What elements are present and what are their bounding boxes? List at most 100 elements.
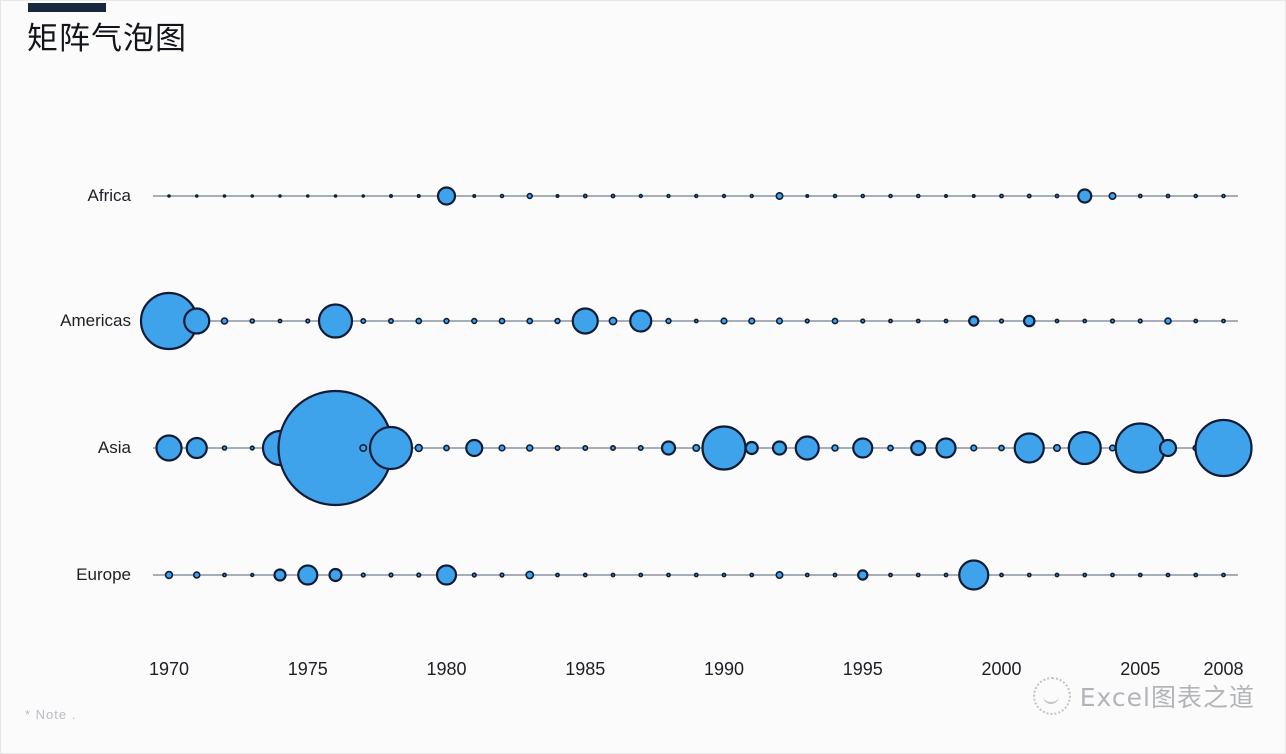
bubble[interactable] — [361, 194, 366, 198]
bubble[interactable] — [629, 309, 653, 333]
bubble[interactable] — [860, 318, 866, 324]
bubble[interactable] — [368, 425, 414, 471]
bubble[interactable] — [164, 570, 174, 580]
bubble[interactable] — [1158, 438, 1178, 458]
bubble[interactable] — [1077, 188, 1093, 204]
bubble[interactable] — [775, 192, 784, 201]
bubble[interactable] — [416, 194, 421, 199]
bubble[interactable] — [388, 572, 394, 578]
bubble[interactable] — [297, 564, 319, 586]
bubble[interactable] — [1137, 193, 1143, 199]
bubble[interactable] — [1067, 430, 1102, 466]
bubble[interactable] — [887, 444, 894, 452]
bubble[interactable] — [526, 192, 533, 200]
bubble[interactable] — [971, 194, 976, 199]
bubble[interactable] — [888, 318, 893, 324]
bubble[interactable] — [721, 193, 727, 199]
bubble[interactable] — [498, 317, 506, 325]
bubble[interactable] — [359, 443, 368, 452]
bubble[interactable] — [857, 569, 869, 581]
bubble[interactable] — [805, 194, 810, 199]
bubble[interactable] — [748, 317, 756, 325]
bubble[interactable] — [471, 572, 477, 578]
bubble[interactable] — [360, 317, 367, 324]
bubble[interactable] — [692, 443, 701, 452]
bubble[interactable] — [943, 194, 948, 199]
bubble[interactable] — [1054, 572, 1060, 578]
bubble[interactable] — [415, 317, 423, 325]
bubble[interactable] — [499, 572, 505, 578]
bubble[interactable] — [943, 572, 949, 578]
bubble[interactable] — [1054, 318, 1060, 324]
bubble[interactable] — [582, 193, 588, 199]
bubble[interactable] — [555, 194, 560, 199]
bubble[interactable] — [1194, 418, 1253, 478]
bubble[interactable] — [525, 570, 535, 580]
bubble[interactable] — [192, 571, 201, 579]
bubble[interactable] — [638, 193, 643, 199]
bubble[interactable] — [638, 572, 644, 578]
bubble[interactable] — [749, 572, 755, 578]
bubble[interactable] — [414, 443, 423, 453]
bubble[interactable] — [305, 194, 310, 198]
bubble[interactable] — [832, 193, 838, 199]
bubble[interactable] — [435, 564, 458, 586]
bubble[interactable] — [1054, 193, 1060, 199]
bubble[interactable] — [915, 318, 921, 324]
bubble[interactable] — [333, 194, 338, 198]
bubble[interactable] — [220, 317, 229, 325]
bubble[interactable] — [1026, 572, 1032, 578]
bubble[interactable] — [744, 440, 759, 456]
bubble[interactable] — [1114, 422, 1166, 474]
bubble[interactable] — [305, 318, 311, 324]
bubble[interactable] — [167, 194, 171, 198]
bubble[interactable] — [775, 317, 784, 325]
bubble[interactable] — [1109, 318, 1116, 324]
bubble[interactable] — [910, 439, 927, 457]
bubble[interactable] — [1165, 193, 1171, 199]
bubble[interactable] — [360, 572, 366, 578]
bubble[interactable] — [608, 316, 618, 326]
bubble[interactable] — [250, 572, 255, 578]
bubble[interactable] — [1013, 432, 1045, 464]
bubble[interactable] — [1221, 193, 1226, 199]
bubble[interactable] — [888, 193, 893, 199]
bubble[interactable] — [1026, 193, 1032, 199]
bubble[interactable] — [804, 318, 810, 324]
bubble[interactable] — [1108, 444, 1117, 452]
bubble[interactable] — [749, 193, 754, 199]
bubble[interactable] — [935, 437, 957, 459]
bubble[interactable] — [525, 444, 534, 452]
bubble[interactable] — [1053, 443, 1062, 452]
bubble[interactable] — [915, 572, 921, 578]
bubble[interactable] — [273, 568, 287, 582]
bubble[interactable] — [701, 425, 747, 471]
bubble[interactable] — [443, 444, 450, 452]
bubble[interactable] — [317, 303, 354, 339]
bubble[interactable] — [610, 572, 616, 578]
bubble[interactable] — [1193, 318, 1199, 324]
bubble[interactable] — [665, 317, 672, 325]
bubble[interactable] — [328, 567, 343, 583]
bubble[interactable] — [155, 434, 183, 462]
bubble[interactable] — [1221, 318, 1226, 324]
bubble[interactable] — [222, 572, 227, 578]
bubble[interactable] — [999, 572, 1004, 578]
bubble[interactable] — [472, 194, 477, 199]
bubble[interactable] — [277, 318, 283, 324]
bubble[interactable] — [498, 444, 506, 452]
bubble[interactable] — [1193, 572, 1199, 578]
bubble[interactable] — [831, 317, 839, 325]
bubble[interactable] — [666, 572, 671, 578]
bubble[interactable] — [250, 194, 255, 198]
bubble[interactable] — [970, 444, 978, 452]
bubble[interactable] — [1165, 572, 1171, 578]
bubble[interactable] — [1221, 572, 1226, 578]
bubble[interactable] — [998, 444, 1005, 452]
bubble[interactable] — [958, 559, 990, 591]
bubble[interactable] — [1137, 318, 1143, 324]
bubble[interactable] — [1110, 572, 1115, 578]
bubble[interactable] — [660, 440, 677, 456]
bubble[interactable] — [832, 572, 838, 578]
bubble[interactable] — [693, 318, 699, 324]
